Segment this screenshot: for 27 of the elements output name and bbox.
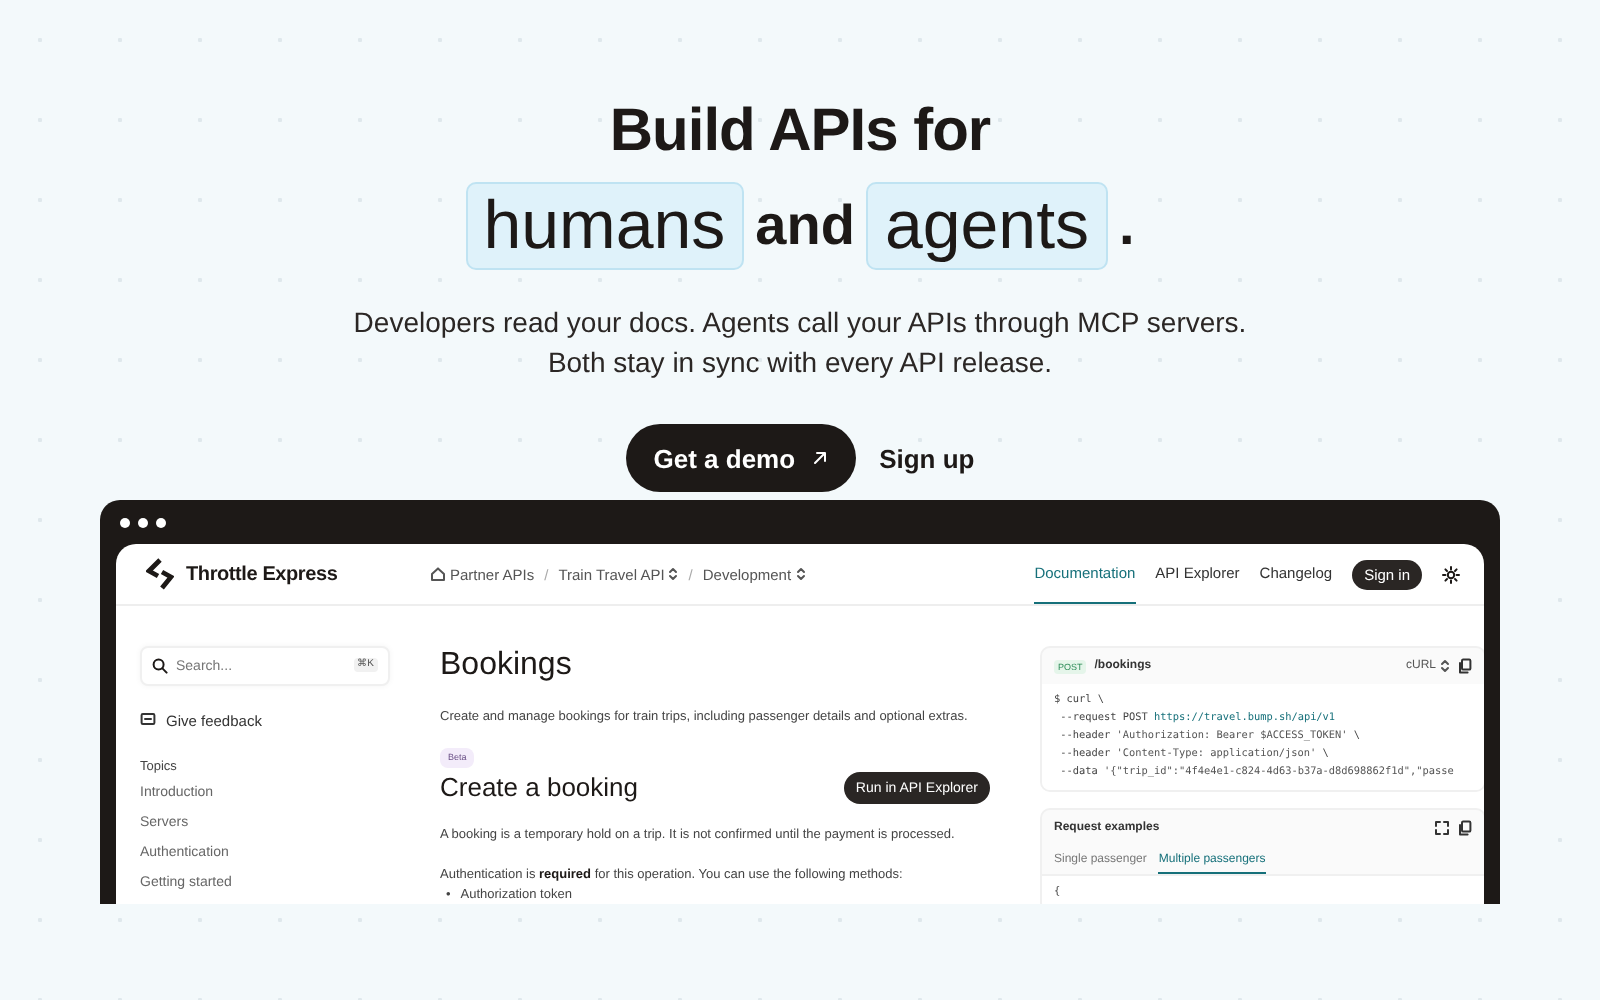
search-icon [152,658,168,674]
demo-button[interactable]: Get a demo [625,424,856,492]
chevron-updown-icon [795,566,806,582]
section-heading: Create a booking [440,770,639,806]
hero-subtitle: Both stay in sync with every API release. [545,344,1055,382]
copy-icon[interactable] [1458,820,1472,836]
sun-icon[interactable] [1442,565,1460,583]
hero-subtitle: Developers read your docs. Agents call your APIs through MCP servers. [351,304,1249,342]
title-word: and [755,194,855,258]
page-title: Bookings [440,646,574,686]
signup-link[interactable]: Sign up [879,443,975,473]
title-word: . [1119,194,1135,258]
highlighted-word: agents [866,182,1108,270]
copy-icon[interactable] [1458,658,1472,674]
hero-title: Build APIs for [607,96,993,168]
feedback-icon [140,712,156,728]
window-dot [156,517,166,527]
home-icon [430,566,446,582]
expand-icon[interactable] [1434,820,1450,836]
highlighted-word: humans [465,182,744,270]
window-dot [138,517,148,527]
chevron-updown-icon [668,566,679,582]
brand-name: Throttle Express [186,563,338,585]
window-dot [120,517,130,527]
arrow-icon [811,450,828,466]
chevron-updown-icon [1440,658,1450,674]
logo-icon [146,558,174,590]
